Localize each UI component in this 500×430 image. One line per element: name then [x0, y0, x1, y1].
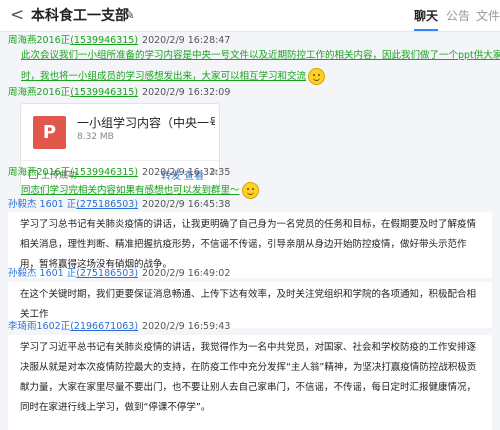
- sender-id[interactable]: (1539946315): [70, 35, 138, 46]
- message-time: 2020/2/9 16:28:47: [142, 35, 231, 46]
- file-size: 8.32 MB: [77, 132, 114, 142]
- message-header: 周海燕2016正(1539946315) 2020/2/9 16:32:09: [8, 86, 230, 99]
- sender-name[interactable]: 周海燕2016正: [8, 87, 70, 98]
- ppt-file-icon: P: [33, 116, 66, 149]
- message-time: 2020/2/9 16:45:38: [142, 199, 231, 210]
- sender-name[interactable]: 孙毅杰 1601 正: [8, 268, 76, 279]
- sender-id[interactable]: (2196671063): [70, 321, 138, 332]
- message-text-line: 同志们学习完相关内容如果有感想也可以发到群里～: [21, 182, 259, 199]
- message-header: 周海燕2016正(1539946315) 2020/2/9 16:28:47: [8, 34, 230, 47]
- sender-id[interactable]: (1539946315): [70, 87, 138, 98]
- message-header: 周海燕2016正(1539946315) 2020/2/9 16:32:35: [8, 166, 230, 179]
- message-text-line: 此次会议我们一小组所准备的学习内容是中央一号文件以及近期防控工作的相关内容，因此…: [21, 50, 500, 61]
- sender-name[interactable]: 周海燕2016正: [8, 35, 70, 46]
- message-text-line: 时，我也将一小组成员的学习感想发出来，大家可以相互学习和交流: [21, 68, 326, 85]
- message-header: 孙毅杰 1601 正(275186503) 2020/2/9 16:49:02: [8, 267, 230, 280]
- smile-emoji-icon: [308, 68, 326, 85]
- message-time: 2020/2/9 16:32:35: [142, 167, 231, 178]
- sender-id[interactable]: (1539946315): [70, 167, 138, 178]
- smile-emoji-icon: [241, 182, 259, 199]
- divider: [21, 160, 219, 161]
- message-time: 2020/2/9 16:32:09: [142, 87, 231, 98]
- sender-name[interactable]: 李琦雨1602正: [8, 321, 70, 332]
- message-header: 李琦雨1602正(2196671063) 2020/2/9 16:59:43: [8, 320, 230, 333]
- message-time: 2020/2/9 16:49:02: [142, 268, 231, 279]
- message-text: 同志们学习完相关内容如果有感想也可以发到群里～: [21, 185, 240, 196]
- message-text: 时，我也将一小组成员的学习感想发出来，大家可以相互学习和交流: [21, 71, 307, 82]
- sender-id[interactable]: (275186503): [76, 268, 138, 279]
- message-header: 孙毅杰 1601 正(275186503) 2020/2/9 16:45:38: [8, 198, 230, 211]
- message-time: 2020/2/9 16:59:43: [142, 321, 231, 332]
- message-bubble: 学习了习近平总书记有关肺炎疫情的讲话，我觉得作为一名中共党员，对国家、社会和学校…: [8, 335, 492, 430]
- sender-name[interactable]: 周海燕2016正: [8, 167, 70, 178]
- file-name[interactable]: 一小组学习内容（中央一号文...: [77, 114, 215, 131]
- sender-id[interactable]: (275186503): [76, 199, 138, 210]
- sender-name[interactable]: 孙毅杰 1601 正: [8, 199, 76, 210]
